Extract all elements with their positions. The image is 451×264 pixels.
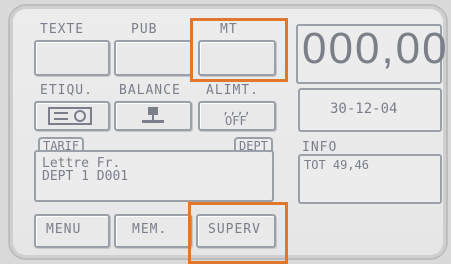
date-value: 30-12-04 <box>330 101 398 117</box>
info-label: INFO <box>302 140 338 155</box>
scale-icon <box>142 107 164 123</box>
date-box: 30-12-04 <box>298 88 442 132</box>
texte-label: TEXTE <box>40 22 85 37</box>
balance-label: BALANCE <box>119 83 181 98</box>
pub-label: PUB <box>131 22 158 37</box>
menu-label: MENU <box>46 222 82 237</box>
alimt-button[interactable]: ,,,, OFF <box>198 101 276 131</box>
alimt-label: ALIMT. <box>206 83 259 98</box>
mem-label: MEM. <box>132 222 168 237</box>
mt-highlight <box>190 18 288 82</box>
tarif-panel: Lettre Fr. DEPT 1 D001 <box>34 150 274 202</box>
info-panel: TOT 49,46 <box>298 154 442 204</box>
etiqu-label: ETIQU. <box>40 83 93 98</box>
etiqu-button[interactable] <box>34 101 110 131</box>
mem-button[interactable]: MEM. <box>114 214 192 248</box>
label-icon <box>48 107 92 125</box>
menu-button[interactable]: MENU <box>34 214 110 248</box>
balance-button[interactable] <box>114 101 192 131</box>
texte-button[interactable] <box>34 40 110 76</box>
amount-value: 000,00 <box>302 24 449 73</box>
superv-highlight <box>188 202 288 264</box>
info-text: TOT 49,46 <box>304 158 370 172</box>
alimt-state: OFF <box>225 114 247 128</box>
pub-button[interactable] <box>114 40 192 76</box>
tarif-line-2: DEPT 1 D001 <box>42 169 129 184</box>
